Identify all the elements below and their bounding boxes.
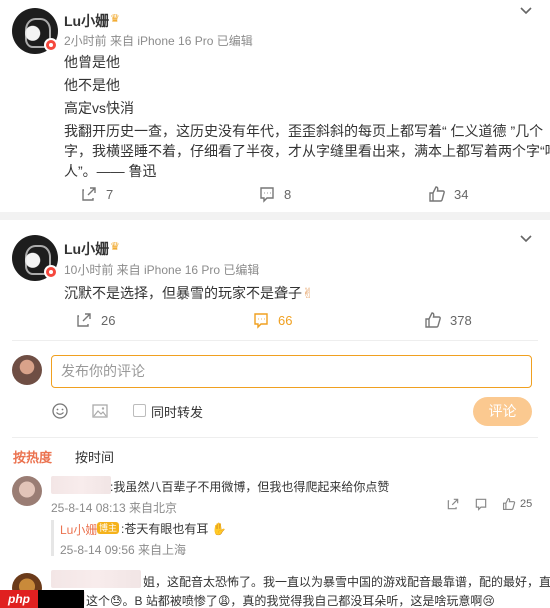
repost-icon[interactable] bbox=[446, 497, 460, 511]
image-icon[interactable] bbox=[91, 402, 109, 420]
author-badge: 博主 bbox=[97, 522, 120, 534]
comment-count: 8 bbox=[284, 186, 292, 202]
comment-meta: 25-8-14 08:13 来自北京 bbox=[51, 501, 178, 515]
post-username[interactable]: Lu小姗 bbox=[64, 239, 109, 259]
comment-count: 66 bbox=[278, 312, 293, 328]
post-meta: 10小时前 来自 iPhone 16 Pro 已编辑 bbox=[64, 263, 260, 277]
divider bbox=[12, 340, 538, 341]
reply-text-body: :苍天有眼也有耳 bbox=[121, 522, 209, 536]
post-text-line: 他曾是他 bbox=[64, 54, 120, 70]
clap-icon: ✋ bbox=[208, 522, 227, 536]
divider bbox=[0, 212, 550, 220]
watermark-block bbox=[38, 590, 84, 608]
repost-icon bbox=[82, 187, 96, 201]
tab-sort-hot[interactable]: 按热度 bbox=[13, 447, 52, 466]
repost-button[interactable]: 26 bbox=[75, 311, 115, 329]
comment-text-line: 这个😓。B 站都被喷惨了😩，真的我觉得我自己都没耳朵听，这是啥玩意啊😢 bbox=[86, 594, 495, 608]
blurred-username bbox=[51, 570, 141, 588]
post-text: 沉默不是选择，但暴雪的玩家不是聋子✌ bbox=[64, 282, 314, 305]
post-meta: 2小时前 来自 iPhone 16 Pro 已编辑 bbox=[64, 34, 253, 48]
repost-button[interactable]: 7 bbox=[80, 185, 113, 203]
like-button[interactable]: 34 bbox=[428, 185, 468, 203]
my-avatar bbox=[12, 355, 42, 385]
post-text-body: 沉默不是选择，但暴雪的玩家不是聋子 bbox=[64, 285, 302, 301]
post-text-line: 高定vs快消 bbox=[64, 100, 134, 116]
victory-hand-icon: ✌ bbox=[302, 285, 314, 301]
thumbs-up-icon[interactable] bbox=[502, 497, 516, 511]
like-count: 34 bbox=[454, 186, 469, 202]
crown-icon: ♛ bbox=[110, 241, 120, 253]
verified-badge-icon bbox=[44, 265, 58, 279]
like-button[interactable]: 378 bbox=[424, 311, 472, 329]
php-watermark-logo: php bbox=[0, 590, 38, 608]
chevron-down-icon[interactable] bbox=[518, 231, 534, 247]
reply-quote-bar bbox=[51, 520, 54, 556]
submit-comment-button[interactable]: 评论 bbox=[473, 397, 532, 426]
chevron-down-icon[interactable] bbox=[518, 3, 534, 19]
reply-username[interactable]: Lu小姗 bbox=[60, 521, 97, 538]
comment-icon[interactable] bbox=[474, 497, 488, 511]
emoji-icon[interactable] bbox=[51, 402, 69, 420]
comment-icon bbox=[260, 187, 274, 203]
repost-count: 7 bbox=[106, 186, 114, 202]
post-card-2: Lu小姗 ♛ 10小时前 来自 iPhone 16 Pro 已编辑 沉默不是选择… bbox=[0, 220, 550, 340]
comment-text-line: 姐，这配音太恐怖了。我一直以为暴雪中国的游戏配音最靠谱，配的最好，直 bbox=[143, 575, 550, 589]
comment-button[interactable]: 8 bbox=[258, 185, 291, 203]
repost-icon bbox=[77, 313, 91, 327]
post-username[interactable]: Lu小姗 bbox=[64, 11, 109, 31]
reply-text: :苍天有眼也有耳 ✋ bbox=[121, 520, 227, 537]
repost-count: 26 bbox=[101, 312, 116, 328]
tab-sort-time[interactable]: 按时间 bbox=[75, 447, 114, 466]
also-repost-label: 同时转发 bbox=[151, 405, 204, 420]
comment-icon bbox=[254, 313, 268, 329]
comment-button[interactable]: 66 bbox=[252, 311, 292, 329]
also-repost-checkbox[interactable] bbox=[133, 404, 146, 417]
thumbs-up-icon bbox=[425, 312, 441, 328]
divider bbox=[12, 437, 538, 438]
like-count: 378 bbox=[450, 312, 472, 328]
crown-icon: ♛ bbox=[110, 13, 120, 25]
comment-like-count: 25 bbox=[520, 498, 533, 510]
blurred-username bbox=[51, 476, 111, 494]
post-card-1: Lu小姗 ♛ 2小时前 来自 iPhone 16 Pro 已编辑 他曾是他 他不… bbox=[0, 0, 550, 210]
post-text-line: 他不是他 bbox=[64, 77, 120, 93]
post-text-line: 人”。—— 鲁迅 bbox=[64, 163, 157, 179]
comment-avatar[interactable] bbox=[12, 476, 42, 506]
comment-text: :我虽然八百辈子不用微博，但我也得爬起来给你点赞 bbox=[110, 480, 390, 494]
verified-badge-icon bbox=[44, 38, 58, 52]
reply-meta: 25-8-14 09:56 来自上海 bbox=[60, 543, 187, 557]
comment-input[interactable]: 发布你的评论 bbox=[51, 355, 532, 388]
thumbs-up-icon bbox=[429, 186, 445, 202]
